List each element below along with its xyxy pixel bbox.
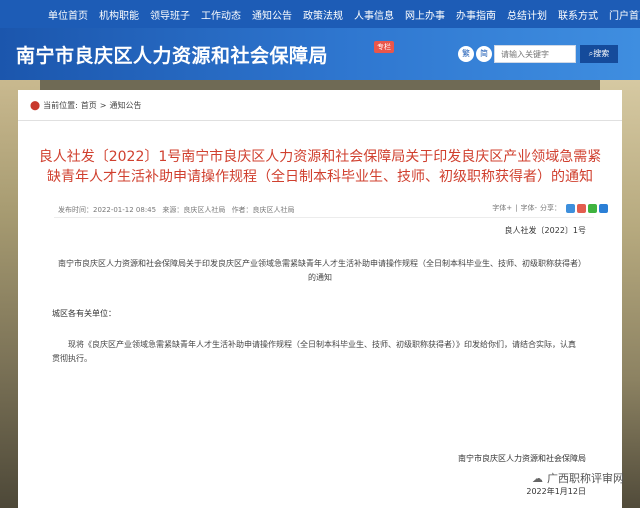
site-badge[interactable]: 专栏 xyxy=(374,41,394,53)
watermark: ☁ 广西职称评审网 xyxy=(532,470,624,486)
document-number: 良人社发〔2022〕1号 xyxy=(504,226,586,235)
font-decrease-button[interactable]: 字体- xyxy=(520,203,537,213)
location-pin-icon: ⬤ xyxy=(30,100,41,111)
nav-item-plans[interactable]: 总结计划 xyxy=(507,7,547,22)
top-navigation: 单位首页 机构职能 领导班子 工作动态 通知公告 政策法规 人事信息 网上办事 … xyxy=(0,0,640,28)
nav-item-personnel[interactable]: 人事信息 xyxy=(354,7,394,22)
search-button[interactable]: ⌕搜索 xyxy=(580,45,618,63)
search-input[interactable] xyxy=(494,45,576,63)
salutation: 城区各有关单位： xyxy=(52,309,116,318)
breadcrumb: ⬤ 当前位置: 首页 > 通知公告 xyxy=(30,100,141,111)
nav-item-home[interactable]: 单位首页 xyxy=(48,7,88,22)
breadcrumb-label: 当前位置: xyxy=(43,101,78,110)
share-qzone-icon[interactable] xyxy=(566,203,575,213)
share-more-icon[interactable] xyxy=(599,203,608,213)
share-wechat-icon[interactable] xyxy=(588,203,597,213)
site-header: 南宁市良庆区人力资源和社会保障局 专栏 繁 简 ⌕搜索 xyxy=(0,28,640,80)
breadcrumb-separator: > xyxy=(99,101,107,110)
article-title: 良人社发〔2022〕1号南宁市良庆区人力资源和社会保障局关于印发良庆区产业领域急… xyxy=(38,149,602,185)
traditional-chinese-button[interactable]: 繁 xyxy=(458,46,474,62)
wechat-icon: ☁ xyxy=(532,471,543,485)
nav-item-policies[interactable]: 政策法规 xyxy=(303,7,343,22)
breadcrumb-home[interactable]: 首页 xyxy=(81,100,97,111)
nav-item-functions[interactable]: 机构职能 xyxy=(99,7,139,22)
nav-item-news[interactable]: 工作动态 xyxy=(201,7,241,22)
document-heading: 南宁市良庆区人力资源和社会保障局关于印发良庆区产业领域急需紧缺青年人才生活补助申… xyxy=(58,259,582,282)
font-separator: | xyxy=(515,204,518,212)
article-author: 作者：良庆区人社局 xyxy=(231,206,295,214)
site-title: 南宁市良庆区人力资源和社会保障局 xyxy=(16,45,329,67)
article-source: 来源：良庆区人社局 xyxy=(162,206,226,214)
divider xyxy=(54,217,594,218)
share-weibo-icon[interactable] xyxy=(577,203,586,213)
simplified-chinese-button[interactable]: 简 xyxy=(476,46,492,62)
article-tools: 字体+ | 字体- 分享： xyxy=(492,203,608,213)
share-label: 分享： xyxy=(540,204,561,212)
font-increase-button[interactable]: 字体+ xyxy=(492,203,512,213)
article-meta: 发布时间：2022-01-12 08:45 来源：良庆区人社局 作者：良庆区人社… xyxy=(58,205,299,215)
nav-item-contact[interactable]: 联系方式 xyxy=(558,7,598,22)
body-paragraph: 现将《良庆区产业领域急需紧缺青年人才生活补助申请操作规程（全日制本科毕业生、技师… xyxy=(52,340,576,363)
signature: 南宁市良庆区人力资源和社会保障局 xyxy=(458,454,586,463)
nav-item-guide[interactable]: 办事指南 xyxy=(456,7,496,22)
nav-item-leadership[interactable]: 领导班子 xyxy=(150,7,190,22)
search-button-label: 搜索 xyxy=(593,49,610,58)
nav-item-portal[interactable]: 门户首页 xyxy=(609,7,640,22)
publish-time: 发布时间：2022-01-12 08:45 xyxy=(58,206,157,214)
nav-item-online-services[interactable]: 网上办事 xyxy=(405,7,445,22)
document-date: 2022年1月12日 xyxy=(526,487,586,496)
watermark-text: 广西职称评审网 xyxy=(547,472,624,485)
breadcrumb-current[interactable]: 通知公告 xyxy=(109,100,141,111)
divider xyxy=(18,120,622,121)
article-panel: ⬤ 当前位置: 首页 > 通知公告 良人社发〔2022〕1号南宁市良庆区人力资源… xyxy=(18,90,622,508)
nav-item-notices[interactable]: 通知公告 xyxy=(252,7,292,22)
